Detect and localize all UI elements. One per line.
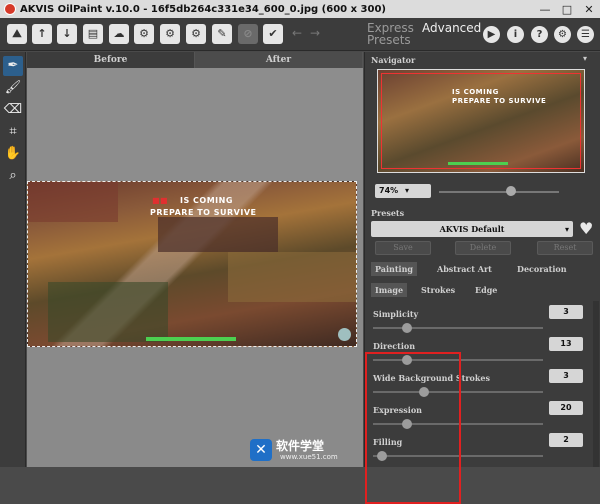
- annotation-highlight-box: [365, 352, 461, 504]
- tab-strokes[interactable]: Strokes: [417, 283, 459, 297]
- watermark-text: 软件学堂: [276, 439, 325, 453]
- settings-panel: Navigator ▾ IS COMING PREPARE TO SURVIVE…: [364, 52, 600, 504]
- image-region: [48, 282, 168, 342]
- before-after-tabs: Before After: [27, 52, 363, 68]
- save-preset-button[interactable]: Save: [375, 241, 431, 255]
- preset-select[interactable]: AKVIS Default ▾: [371, 221, 573, 237]
- image-text-line2: PREPARE TO SURVIVE: [150, 208, 257, 217]
- zoom-tool-icon[interactable]: ⌕: [3, 166, 23, 186]
- watermark-url: www.xue51.com: [280, 453, 338, 461]
- tab-express-line2: Presets: [367, 33, 411, 47]
- close-button[interactable]: ✕: [578, 3, 600, 16]
- delete-preset-button[interactable]: Delete: [455, 241, 511, 255]
- category-tabs: Painting Abstract Art Decoration: [371, 262, 597, 276]
- batch-icon[interactable]: ⚙: [134, 24, 154, 44]
- disabled-icon: ⊘: [238, 24, 258, 44]
- title-bar: AKVIS OilPaint v.10.0 - 16f5db264c331e34…: [0, 0, 600, 18]
- tab-painting[interactable]: Painting: [371, 262, 417, 276]
- brush-icon[interactable]: ✎: [212, 24, 232, 44]
- image-text-line1: IS COMING: [180, 196, 233, 205]
- zoom-slider-handle[interactable]: [506, 186, 516, 196]
- gear-icon[interactable]: ⚙: [554, 26, 571, 43]
- watermark: ✕ 软件学堂 www.xue51.com: [250, 437, 360, 465]
- tab-decoration[interactable]: Decoration: [513, 262, 571, 276]
- navigator-thumbnail[interactable]: IS COMING PREPARE TO SURVIVE: [377, 69, 585, 173]
- info-icon[interactable]: i: [507, 26, 524, 43]
- param-label: Direction: [373, 341, 416, 351]
- chevron-down-icon: ▾: [404, 186, 409, 195]
- canvas-area: Before After ■■ IS COMING PREPARE TO SUR…: [27, 52, 363, 467]
- redo-arrow-icon[interactable]: →: [310, 26, 320, 40]
- canvas-background: [27, 68, 363, 180]
- param-value-field[interactable]: 3: [549, 369, 583, 383]
- minimize-button[interactable]: —: [534, 3, 556, 16]
- param-value-field[interactable]: 2: [549, 433, 583, 447]
- health-bar: [146, 337, 236, 341]
- notifications-icon[interactable]: ☰: [577, 26, 594, 43]
- open-image-icon[interactable]: ⛰: [7, 24, 27, 44]
- watermark-logo-icon: ✕: [250, 439, 272, 461]
- tools-panel: ✒ 🖌 ⌫ ⌗ ✋ ⌕: [0, 52, 26, 467]
- zoom-slider-track[interactable]: [439, 191, 559, 193]
- navigator-collapse-icon[interactable]: ▾: [583, 54, 587, 63]
- favorite-heart-icon[interactable]: ♥: [579, 219, 593, 238]
- share-icon[interactable]: ✔: [263, 24, 283, 44]
- crop-tool-icon[interactable]: ⌗: [3, 122, 23, 142]
- param-slider-handle[interactable]: [402, 323, 412, 333]
- print-icon[interactable]: ▤: [83, 24, 103, 44]
- param-label: Simplicity: [373, 309, 419, 319]
- tab-before[interactable]: Before: [27, 52, 195, 68]
- presets-title: Presets: [371, 208, 405, 218]
- param-value-field[interactable]: 13: [549, 337, 583, 351]
- param-slider-track[interactable]: [373, 327, 543, 329]
- image-region: [228, 252, 356, 302]
- tab-abstract-art[interactable]: Abstract Art: [433, 262, 496, 276]
- navigator-viewport[interactable]: [381, 73, 581, 169]
- open-file-icon[interactable]: ↑: [32, 24, 52, 44]
- window-title: AKVIS OilPaint v.10.0 - 16f5db264c331e34…: [20, 3, 386, 15]
- image-region: [28, 182, 118, 222]
- settings-icon[interactable]: ⚙: [186, 24, 206, 44]
- app-logo-icon: [4, 3, 16, 15]
- painted-image[interactable]: ■■ IS COMING PREPARE TO SURVIVE: [27, 181, 357, 347]
- reset-preset-button[interactable]: Reset: [537, 241, 593, 255]
- preset-value: AKVIS Default: [439, 224, 505, 234]
- tab-advanced[interactable]: Advanced: [422, 22, 481, 34]
- tab-edge[interactable]: Edge: [471, 283, 501, 297]
- hand-tool-icon[interactable]: ✋: [3, 144, 23, 164]
- tab-express-presets[interactable]: Express Presets: [367, 22, 414, 46]
- chevron-down-icon: ▾: [564, 224, 569, 234]
- image-text-mark: ■■: [152, 196, 169, 205]
- image-region: [158, 217, 278, 252]
- maximize-button[interactable]: □: [556, 3, 578, 16]
- main-toolbar: ⛰ ↑ ↓ ▤ ☁ ⚙ ⚙ ⚙ ✎ ⊘ ✔ ← → Express Preset…: [0, 18, 600, 51]
- run-icon[interactable]: ▶: [483, 26, 500, 43]
- param-value-field[interactable]: 20: [549, 401, 583, 415]
- undo-arrow-icon[interactable]: ←: [292, 26, 302, 40]
- parameters-scrollbar[interactable]: [593, 301, 599, 467]
- tab-after[interactable]: After: [195, 52, 363, 68]
- eraser-tool-icon[interactable]: ⌫: [3, 100, 23, 120]
- tab-image[interactable]: Image: [371, 283, 408, 297]
- zoom-select[interactable]: 74% ▾: [375, 184, 431, 198]
- help-icon[interactable]: ?: [531, 26, 548, 43]
- navigator-title: Navigator: [371, 55, 416, 65]
- export-icon[interactable]: ☁: [109, 24, 129, 44]
- zoom-value: 74%: [379, 186, 399, 195]
- image-badge-icon: [338, 328, 351, 341]
- parameter-subtabs: Image Strokes Edge: [371, 283, 597, 297]
- plugin-icon[interactable]: ⚙: [160, 24, 180, 44]
- param-value-field[interactable]: 3: [549, 305, 583, 319]
- save-icon[interactable]: ↓: [57, 24, 77, 44]
- direction-tool-icon[interactable]: ✒: [3, 56, 23, 76]
- brush-tool-icon[interactable]: 🖌: [3, 78, 23, 98]
